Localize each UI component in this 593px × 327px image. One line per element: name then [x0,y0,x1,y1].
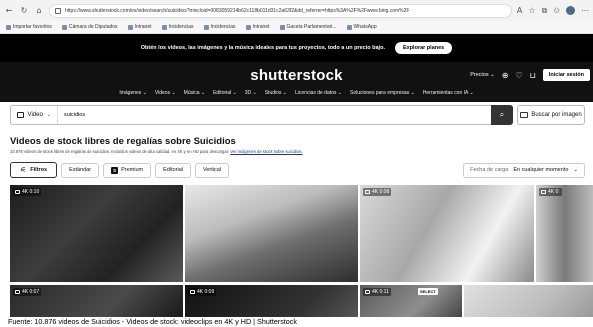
video-badge: 4K 0:09 [188,288,217,296]
media-type-select[interactable]: Video ⌄ [11,106,58,124]
nav-images[interactable]: Imágenes ⌄ [119,90,147,96]
favorite-star-icon[interactable]: ☆ [528,6,535,15]
address-bar[interactable]: https://www.shutterstock.com/es/video/se… [49,3,512,18]
video-badge: 4K 0:07 [13,288,42,296]
bookmark-icon [279,24,285,30]
profile-avatar[interactable] [566,6,575,15]
back-arrow-icon[interactable]: ← [4,6,14,16]
search-button[interactable]: ⌕ [491,105,513,125]
filters-button[interactable]: ⚟ Filtros [10,162,58,178]
nav-editorial[interactable]: Editorial ⌄ [213,90,237,96]
premium-icon: S [111,166,119,174]
video-thumbnail[interactable]: 4K 0: [536,185,593,282]
main-nav: Imágenes ⌄ Videos ⌄ Música ⌄ Editorial ⌄… [0,90,593,96]
play-icon [15,190,20,194]
bookmark-icon [161,24,167,30]
favorites-icon[interactable]: ✩ [553,6,560,15]
play-icon [541,190,546,194]
cart-icon[interactable]: ⊔ [530,71,536,80]
refresh-icon[interactable]: ↻ [19,6,29,16]
bookmark-item[interactable]: WhatsApp [346,24,377,30]
lock-icon [55,7,61,14]
explore-plans-button[interactable]: Explorar planes [394,42,453,54]
bookmark-item[interactable]: Importar favoritos [6,24,52,30]
nav-videos[interactable]: Videos ⌄ [155,90,176,96]
globe-icon[interactable]: ⊕ [502,71,509,80]
source-caption: Fuente: 10.876 videos de Suicidios - Vid… [8,317,297,326]
search-icon: ⌕ [499,110,505,119]
video-thumbnail[interactable]: 4K 0:07 [10,285,183,317]
site-header: shutterstock Precios ⌄ ⊕ ♡ ⊔ Iniciar ses… [0,62,593,102]
search-by-image-button[interactable]: Buscar por imagen [517,105,585,125]
heart-icon[interactable]: ♡ [515,71,522,80]
bookmark-icon [127,24,133,30]
nav-ai-tools[interactable]: Herramientas con IA ⌄ [423,90,474,96]
bookmark-item[interactable]: Gaceta Parlamentari... [279,24,337,30]
promo-banner: Obtén los videos, las imágenes y la músi… [0,34,593,62]
play-icon [365,190,370,194]
chip-standard[interactable]: Estándar [61,162,100,178]
more-menu-icon[interactable]: ⋯ [581,6,589,15]
filters-row: ⚟ Filtros Estándar S Premium Editorial V… [10,162,585,178]
camera-icon [520,112,529,118]
collections-icon[interactable]: ⧉ [542,6,548,16]
video-thumbnail[interactable] [185,185,358,282]
search-box: Video ⌄ × [10,105,513,125]
select-badge: SELECT [418,288,438,295]
login-button[interactable]: Iniciar sesión [542,69,590,81]
sliders-icon: ⚟ [20,166,27,174]
bookmark-icon [6,24,11,30]
bookmark-item[interactable]: Incidencias [203,24,236,30]
chevron-down-icon: ⌄ [573,167,578,173]
video-badge: 4K 0:10 [13,188,42,196]
bookmark-icon [61,24,67,30]
page-title: Videos de stock libres de regalías sobre… [10,136,236,147]
play-icon [15,290,20,294]
bookmark-icon [245,24,251,30]
play-icon [190,290,195,294]
stock-images-link[interactable]: Ver imágenes de stock sobre suicidios. [230,149,302,154]
video-thumbnail[interactable]: 4K 0:08 [360,185,534,282]
video-thumbnail[interactable] [464,285,593,317]
pricing-menu[interactable]: Precios ⌄ [470,72,494,78]
search-input[interactable] [58,112,502,118]
video-icon [17,112,24,118]
nav-3d[interactable]: 3D ⌄ [245,90,257,96]
page-subtitle: 10.876 videos de stock libres de regalía… [10,149,303,154]
browser-toolbar: ← ↻ ⌂ https://www.shutterstock.com/es/vi… [0,0,593,21]
bookmark-item[interactable]: Incidencias [161,24,194,30]
bookmark-item[interactable]: Cámara de Diputados [61,24,118,30]
read-aloud-icon[interactable]: A [517,6,522,15]
video-badge: 4K 0:11 [363,288,391,296]
nav-studios[interactable]: Studios ⌄ [265,90,287,96]
chip-editorial[interactable]: Editorial [155,162,191,178]
chevron-down-icon: ⌄ [46,112,51,118]
bookmarks-bar: Importar favoritos Cámara de Diputados I… [0,21,593,34]
url-text: https://www.shutterstock.com/es/video/se… [65,7,410,14]
video-thumbnail[interactable]: 4K 0:09 [185,285,358,317]
bookmark-item[interactable]: Intranet [245,24,270,30]
bookmark-item[interactable]: Intranet [127,24,152,30]
home-icon[interactable]: ⌂ [34,6,44,16]
upload-date-select[interactable]: Fecha de carga En cualquier momento ⌄ [463,162,585,178]
video-badge: 4K 0: [539,188,562,196]
bookmark-icon [346,24,352,30]
nav-data-licensing[interactable]: Licencias de datos ⌄ [295,90,342,96]
video-thumbnail[interactable]: 4K 0:11 SELECT [360,285,462,317]
nav-music[interactable]: Música ⌄ [184,90,205,96]
nav-business-solutions[interactable]: Soluciones para empresas ⌄ [350,90,415,96]
chip-premium[interactable]: S Premium [103,162,152,178]
video-badge: 4K 0:08 [363,188,392,196]
play-icon [365,290,370,294]
video-thumbnail[interactable]: 4K 0:10 [10,185,183,282]
chip-vertical[interactable]: Vertical [195,162,230,178]
search-bar: Video ⌄ × ⌕ Buscar por imagen [0,105,593,127]
promo-text: Obtén los videos, las imágenes y la músi… [140,45,385,51]
bookmark-icon [203,24,209,30]
